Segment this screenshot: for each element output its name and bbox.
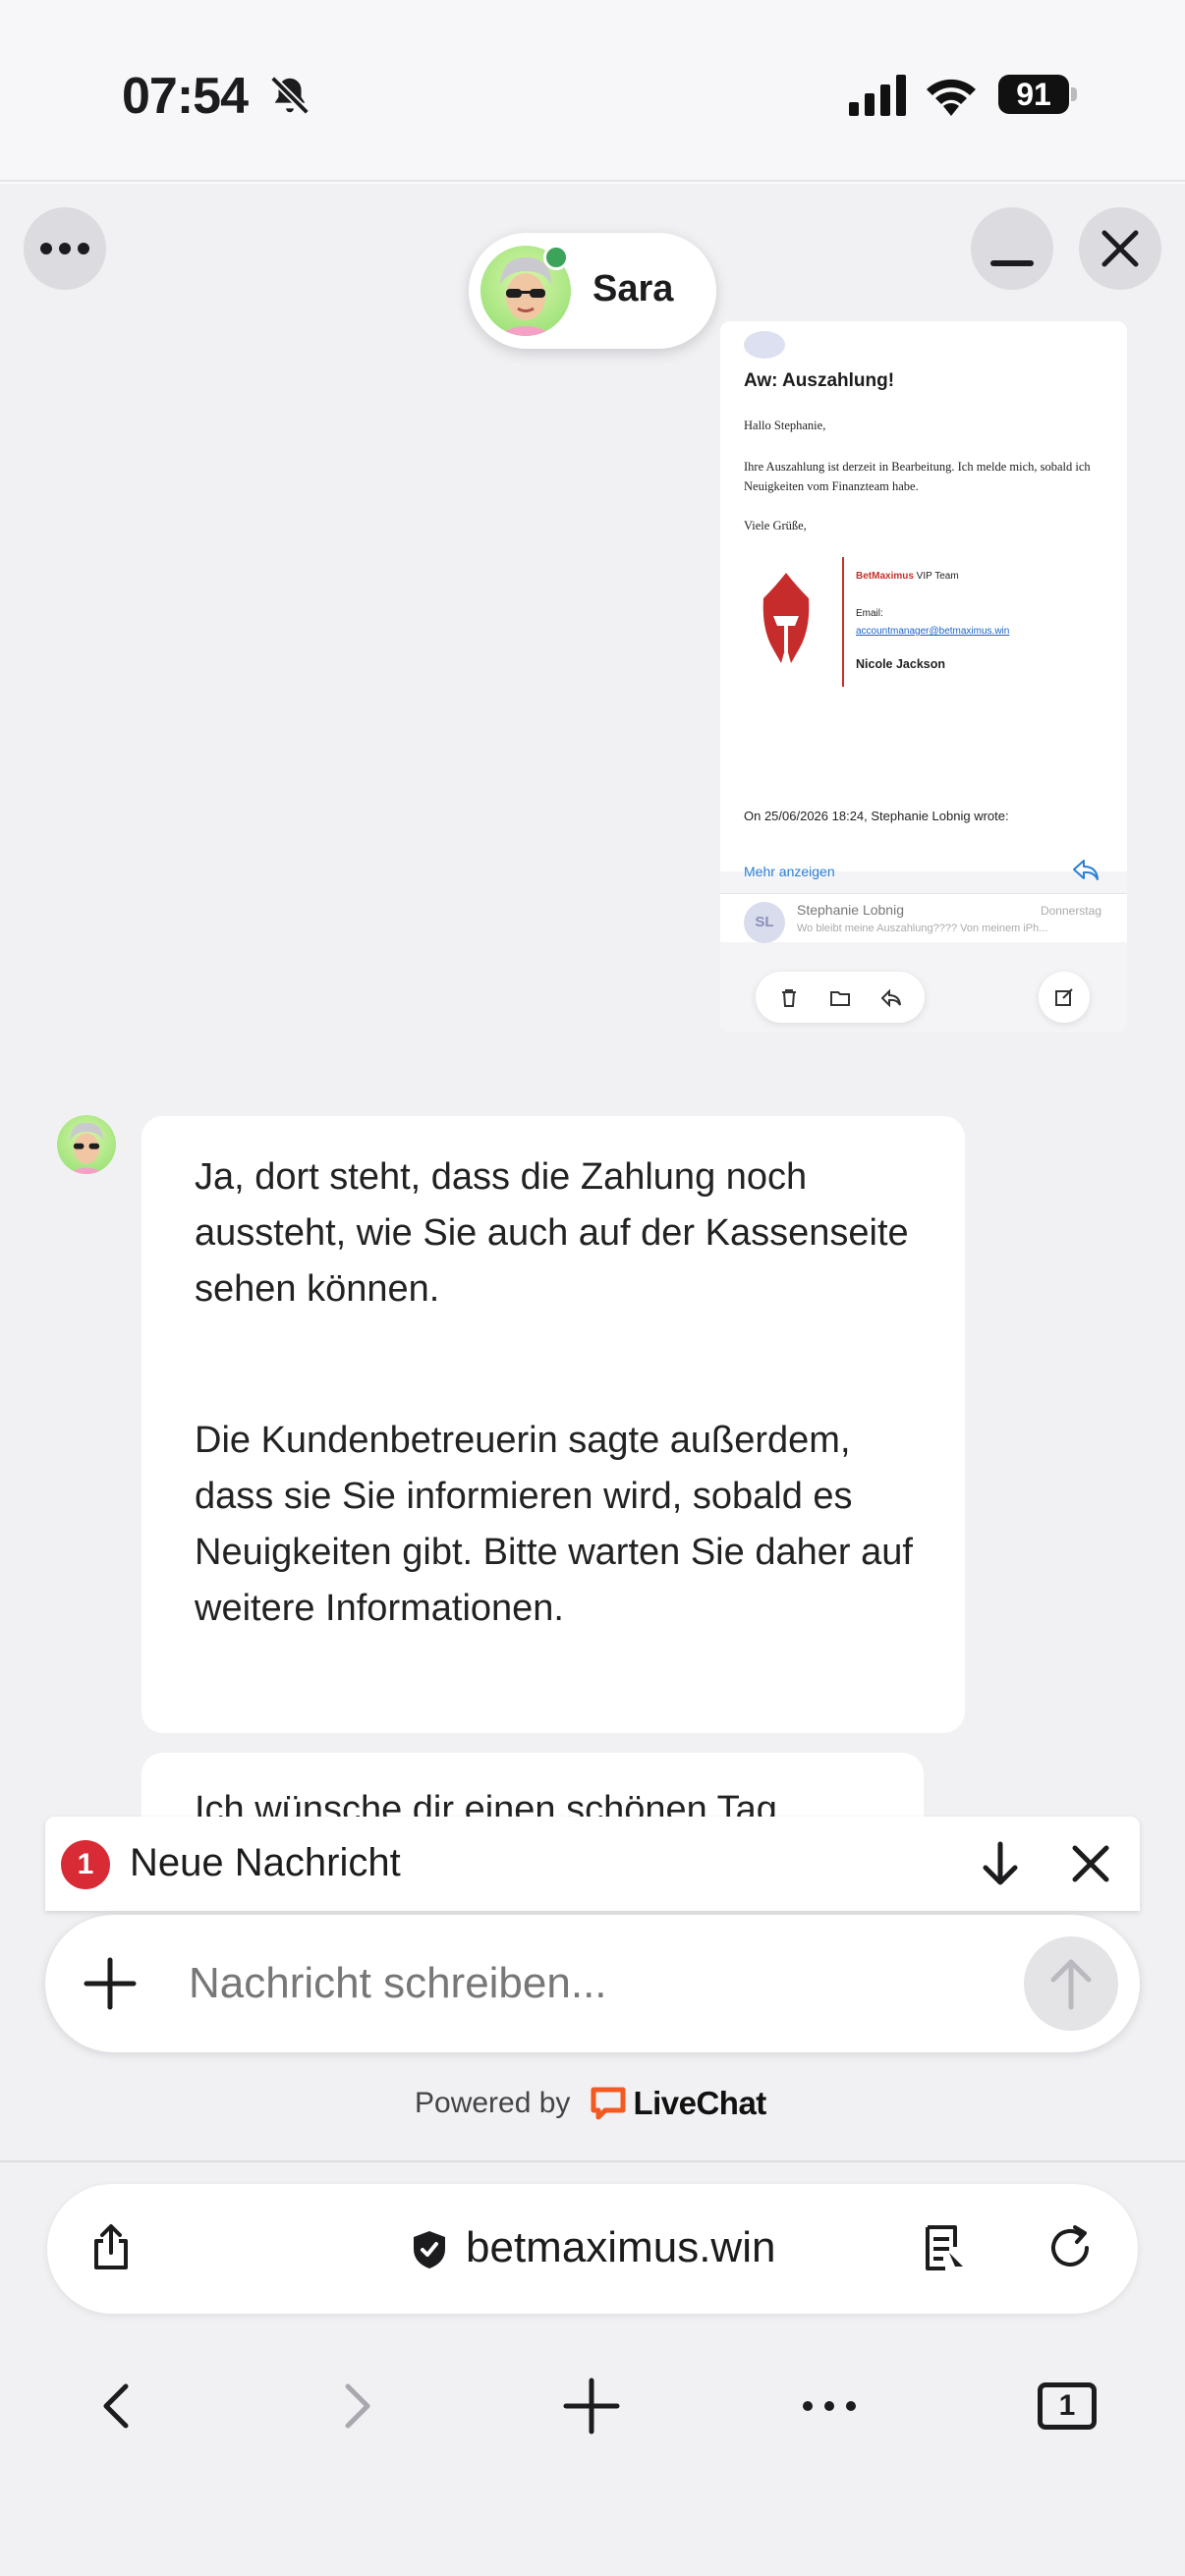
compose-button [1039, 972, 1090, 1023]
email-subject: Aw: Auszahlung! [744, 370, 895, 391]
reload-icon[interactable] [1045, 2223, 1095, 2272]
battery-cap [1071, 87, 1077, 101]
livechat-icon [591, 2087, 626, 2120]
signature-email-link: accountmanager@betmaximus.win [856, 626, 1010, 637]
status-time: 07:54 [122, 68, 249, 125]
chat-more-button[interactable] [24, 207, 106, 290]
sender-avatar [744, 331, 785, 359]
chat-minimize-button[interactable] [971, 207, 1053, 290]
email-toolbar [756, 972, 925, 1023]
arrow-down-icon[interactable] [976, 1838, 1025, 1889]
new-message-label: Neue Nachricht [130, 1841, 401, 1884]
email-thread-row: SL Stephanie Lobnig Donnerstag Wo bleibt… [720, 893, 1127, 943]
signature-team: BetMaximus VIP Team [856, 571, 959, 582]
email-greeting: Hallo Stephanie, [744, 419, 826, 432]
send-button[interactable] [1024, 1936, 1118, 2031]
email-preview: Aw: Auszahlung! Hallo Stephanie, Ihre Au… [720, 321, 1127, 880]
online-status-dot [543, 245, 569, 270]
thread-date: Donnerstag [1040, 904, 1101, 918]
new-message-bar[interactable]: 1 Neue Nachricht [45, 1817, 1140, 1911]
reader-mode-icon[interactable] [920, 2223, 969, 2272]
email-body: Ihre Auszahlung ist derzeit in Bearbeitu… [744, 460, 1091, 493]
cellular-signal-icon [849, 75, 906, 116]
trash-icon [782, 989, 796, 1007]
wifi-icon [927, 79, 976, 116]
email-quote-line: On 25/06/2026 18:24, Stephanie Lobnig wr… [744, 809, 1009, 823]
minimize-icon [990, 260, 1034, 266]
unread-count-badge: 1 [61, 1840, 110, 1889]
agent-header[interactable]: Sara [469, 233, 716, 349]
thread-preview: Wo bleibt meine Auszahlung???? Von meine… [797, 923, 1048, 934]
address-bar[interactable]: betmaximus.win [47, 2184, 1138, 2314]
new-tab-icon[interactable] [560, 2375, 623, 2437]
message-text: Die Kundenbetreuerin sagte außerdem, das… [195, 1420, 913, 1629]
arrow-up-icon [1050, 1959, 1092, 2010]
email-closing: Viele Grüße, [744, 519, 807, 532]
browser-toolbar: betmaximus.win 1 [0, 2160, 1185, 2576]
attachment-image[interactable]: Aw: Auszahlung! Hallo Stephanie, Ihre Au… [720, 321, 1127, 1033]
forward-icon[interactable] [324, 2375, 387, 2437]
message-text: Ja, dort steht, dass die Zahlung noch au… [195, 1156, 909, 1310]
tabs-icon[interactable]: 1 [1038, 2382, 1097, 2430]
folder-icon [830, 991, 850, 1006]
powered-by-text: Powered by [415, 2087, 571, 2119]
more-icon [40, 243, 89, 254]
status-bar: 07:54 91 [0, 0, 1185, 182]
message-input[interactable] [189, 1944, 994, 2023]
reply-toolbar-icon [880, 988, 901, 1008]
thread-avatar: SL [744, 902, 785, 943]
message-composer [45, 1915, 1140, 2052]
thread-sender: Stephanie Lobnig [797, 902, 904, 918]
menu-icon[interactable] [798, 2375, 861, 2437]
url-text[interactable]: betmaximus.win [466, 2223, 775, 2272]
close-icon [1101, 230, 1139, 267]
signature-name: Nicole Jackson [856, 657, 946, 671]
powered-by: Powered by LiveChat [415, 2085, 766, 2122]
agent-message-avatar [57, 1115, 116, 1174]
agent-message: Die Kundenbetreuerin sagte außerdem, das… [141, 1379, 965, 1733]
livechat-logo[interactable]: LiveChat [590, 2085, 766, 2122]
shield-icon [414, 2231, 445, 2268]
chat-close-button[interactable] [1079, 207, 1161, 290]
share-icon[interactable] [86, 2223, 136, 2272]
livechat-brand: LiveChat [633, 2085, 766, 2121]
agent-name: Sara [592, 268, 674, 309]
close-icon[interactable] [1067, 1840, 1114, 1887]
battery-icon: 91 [998, 75, 1069, 114]
add-attachment-icon[interactable] [83, 1956, 138, 2011]
bell-slash-icon [270, 76, 310, 115]
reply-icon [1073, 860, 1099, 880]
compose-icon [1055, 988, 1073, 1006]
signature-email-label: Email: [856, 608, 883, 619]
back-icon[interactable] [86, 2375, 149, 2437]
betmaximus-helmet-logo [762, 573, 810, 663]
signature-divider [842, 557, 844, 687]
show-more-link: Mehr anzeigen [744, 864, 835, 879]
